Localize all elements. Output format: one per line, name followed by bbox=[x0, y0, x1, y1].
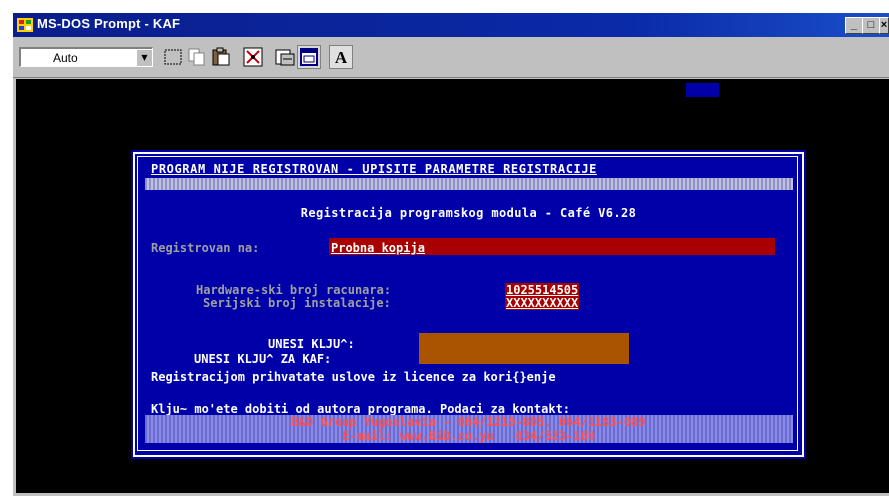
hardware-number-value: 1025514505 bbox=[505, 283, 580, 297]
cursor-block bbox=[686, 83, 719, 97]
fullscreen-icon[interactable] bbox=[241, 45, 265, 69]
mark-icon[interactable] bbox=[161, 45, 185, 69]
dialog-subtitle: Registracija programskog modula - Café V… bbox=[300, 206, 637, 220]
background-icon[interactable] bbox=[297, 45, 321, 69]
font-size-value: Auto bbox=[53, 51, 78, 65]
email-contact-line: E-mail: www.BiD.co.yu 034/323-169 bbox=[342, 429, 595, 443]
chevron-down-icon[interactable]: ▼ bbox=[136, 49, 152, 66]
window-title: MS-DOS Prompt - KAF bbox=[37, 16, 181, 31]
license-text: Registracijom prihvatate uslove iz licen… bbox=[151, 370, 556, 384]
dos-screen[interactable]: PROGRAM NIJE REGISTROVAN - UPISITE PARAM… bbox=[16, 79, 889, 496]
copy-icon[interactable] bbox=[185, 45, 209, 69]
font-icon[interactable]: A bbox=[329, 45, 353, 69]
hardware-number-label: Hardware-ski broj racunara: bbox=[196, 283, 392, 297]
minimize-button[interactable]: _ bbox=[845, 17, 863, 34]
serial-number-value: XXXXXXXXXX bbox=[505, 296, 580, 310]
title-bar[interactable]: MS-DOS Prompt - KAF _ □ × bbox=[13, 13, 889, 37]
dialog-header: PROGRAM NIJE REGISTROVAN - UPISITE PARAM… bbox=[151, 162, 598, 176]
properties-icon[interactable] bbox=[273, 45, 297, 69]
msdos-window: MS-DOS Prompt - KAF _ □ × Auto ▼ A PROGR… bbox=[13, 13, 889, 496]
maximize-button[interactable]: □ bbox=[862, 17, 880, 34]
msdos-app-icon[interactable] bbox=[17, 17, 33, 33]
registered-to-value: Probna kopija bbox=[331, 241, 425, 255]
shade-bar bbox=[145, 178, 793, 190]
close-button[interactable]: × bbox=[879, 17, 889, 34]
registered-to-label: Registrovan na: bbox=[151, 241, 260, 255]
key-input[interactable] bbox=[419, 333, 629, 364]
serial-number-label: Serijski broj instalacije: bbox=[203, 296, 391, 310]
company-contact-line: B&D Group Yugoslavia - 064/1219-805, 064… bbox=[291, 415, 646, 429]
toolbar: Auto ▼ A bbox=[13, 37, 889, 78]
font-size-select[interactable]: Auto ▼ bbox=[19, 47, 153, 67]
contact-text: Klju~ mo'ete dobiti od autora programa. … bbox=[151, 402, 571, 416]
kaf-key-label: UNESI KLJU^ ZA KAF: bbox=[194, 352, 332, 366]
key-label: UNESI KLJU^: bbox=[268, 337, 355, 351]
registration-dialog: PROGRAM NIJE REGISTROVAN - UPISITE PARAM… bbox=[131, 150, 806, 459]
paste-icon[interactable] bbox=[209, 45, 233, 69]
